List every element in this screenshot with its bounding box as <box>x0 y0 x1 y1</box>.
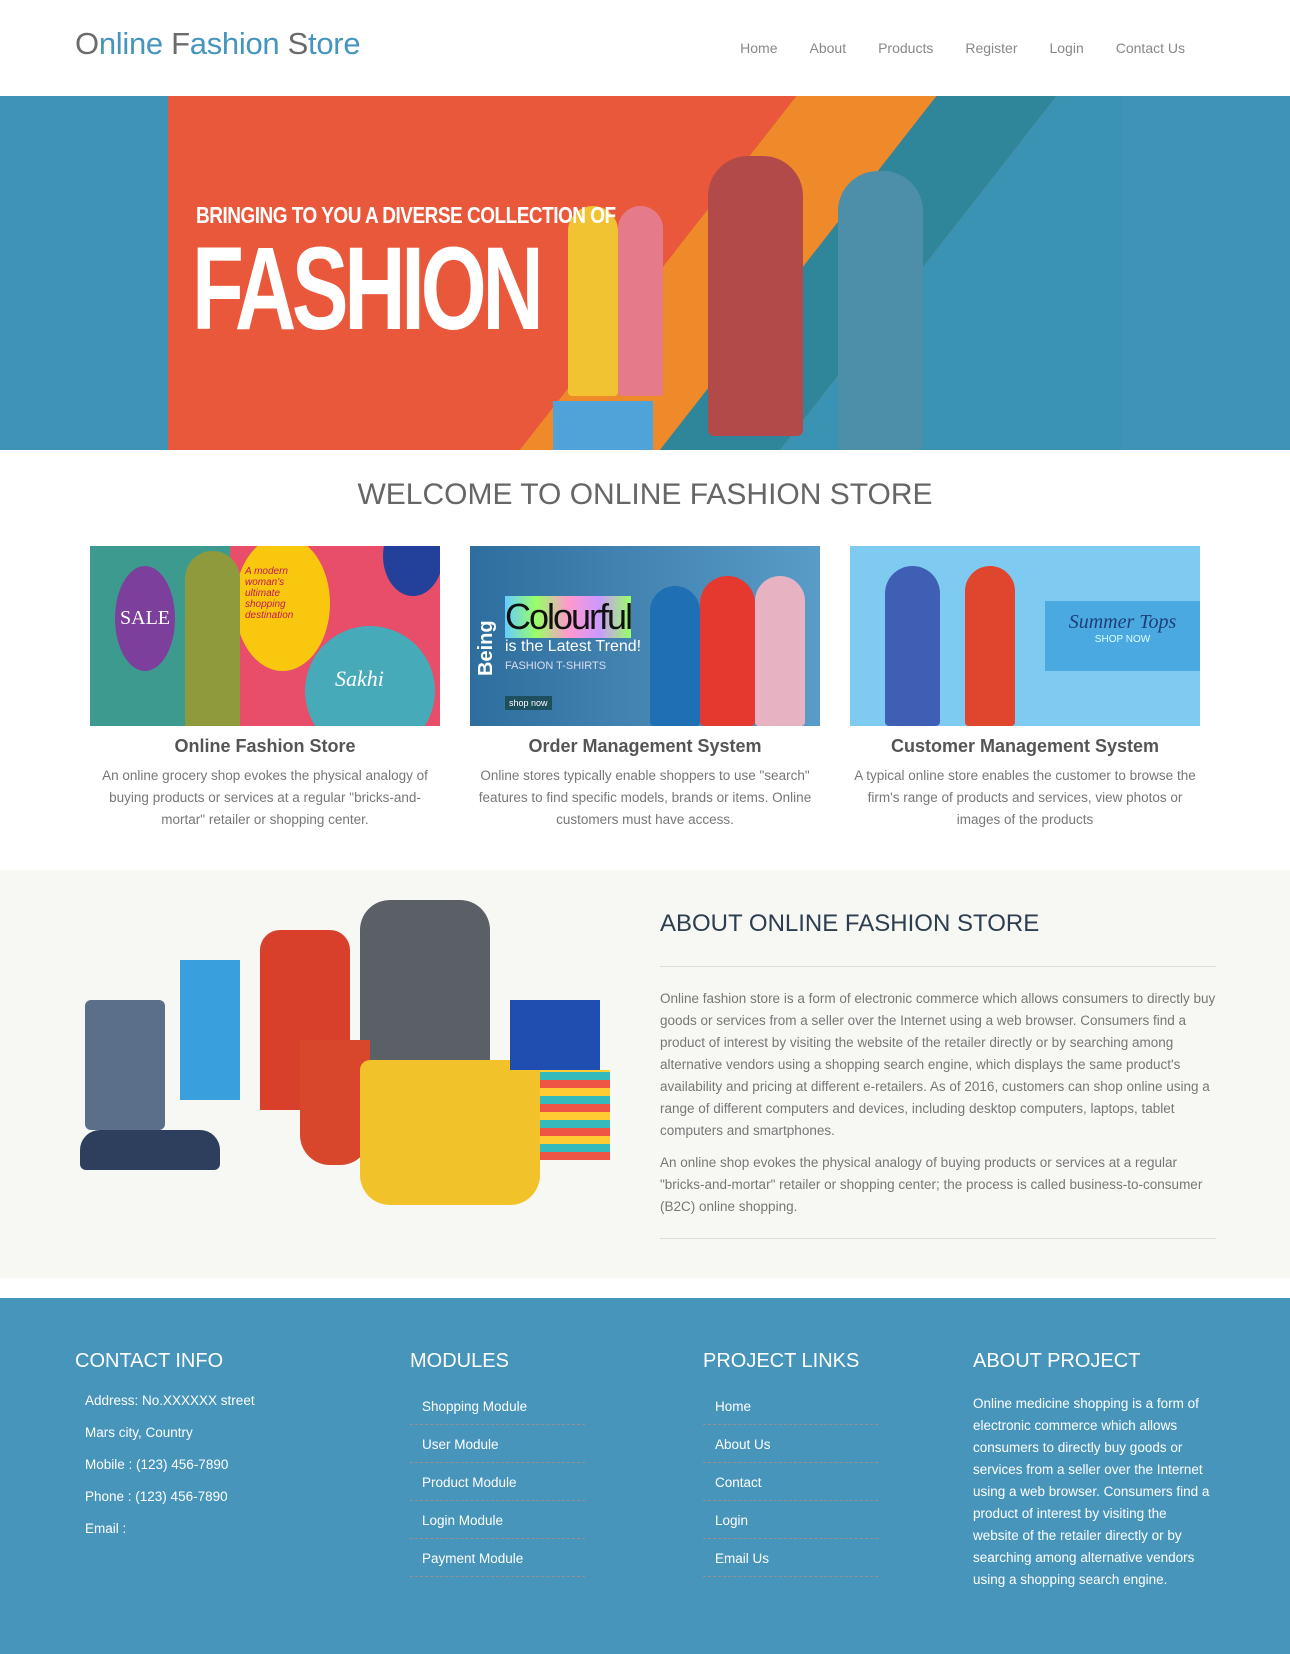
project-links: PROJECT LINKS Home About Us Contact Logi… <box>703 1350 878 1583</box>
site-logo[interactable]: Online Fashion Store <box>75 26 361 62</box>
module-link[interactable]: Login Module <box>410 1507 585 1539</box>
hero-title: FASHION <box>192 223 544 355</box>
contact-info: CONTACT INFO Address: No.XXXXXX street M… <box>75 1350 255 1553</box>
card-description: A typical online store enables the custo… <box>854 768 1196 827</box>
phone-line: Phone : (123) 456-7890 <box>85 1489 228 1504</box>
address-line: Address: No.XXXXXX street <box>85 1393 255 1408</box>
about-project: ABOUT PROJECT Online medicine shopping i… <box>973 1350 1213 1591</box>
nav-products[interactable]: Products <box>878 40 933 56</box>
welcome-heading: WELCOME TO ONLINE FASHION STORE <box>357 478 933 511</box>
about-section: ABOUT ONLINE FASHION STORE Online fashio… <box>0 870 1290 1278</box>
module-link[interactable]: Payment Module <box>410 1545 585 1577</box>
contact-heading: CONTACT INFO <box>75 1350 224 1372</box>
nav-register[interactable]: Register <box>965 40 1017 56</box>
hero-banner: BRINGING TO YOU A DIVERSE COLLECTION OF … <box>0 96 1290 450</box>
logo-part: ashion <box>189 26 288 61</box>
footer-link[interactable]: Email Us <box>703 1545 878 1577</box>
links-heading: PROJECT LINKS <box>703 1350 860 1372</box>
feature-card: SALE A modern woman's ultimate shopping … <box>90 546 440 831</box>
logo-part: O <box>75 26 99 61</box>
about-project-text: Online medicine shopping is a form of el… <box>973 1396 1210 1587</box>
about-paragraph: Online fashion store is a form of electr… <box>660 991 1216 1138</box>
sale-banner-image[interactable]: SALE A modern woman's ultimate shopping … <box>90 546 440 726</box>
footer-link[interactable]: About Us <box>703 1431 878 1463</box>
divider <box>660 1238 1216 1239</box>
logo-part: F <box>171 26 190 61</box>
tshirt-banner-image[interactable]: Being Colourful is the Latest Trend! FAS… <box>470 546 820 726</box>
module-link[interactable]: Shopping Module <box>410 1393 585 1425</box>
fashion-products-image <box>80 890 635 1225</box>
hero-image: BRINGING TO YOU A DIVERSE COLLECTION OF … <box>168 96 1123 450</box>
card-description: An online grocery shop evokes the physic… <box>102 768 428 827</box>
modules: MODULES Shopping Module User Module Prod… <box>410 1350 585 1583</box>
about-heading: ABOUT ONLINE FASHION STORE <box>660 910 1040 937</box>
about-paragraph: An online shop evokes the physical analo… <box>660 1155 1203 1214</box>
feature-card: Being Colourful is the Latest Trend! FAS… <box>470 546 820 831</box>
main-nav: Home About Products Register Login Conta… <box>740 40 1185 56</box>
about-text: Online fashion store is a form of electr… <box>660 988 1220 1228</box>
nav-login[interactable]: Login <box>1049 40 1083 56</box>
nav-about[interactable]: About <box>810 40 847 56</box>
city-line: Mars city, Country <box>85 1425 193 1440</box>
footer-link[interactable]: Home <box>703 1393 878 1425</box>
card-title: Order Management System <box>528 736 762 756</box>
card-title: Customer Management System <box>890 736 1160 756</box>
feature-card: Summer Tops SHOP NOW Customer Management… <box>850 546 1200 831</box>
nav-home[interactable]: Home <box>740 40 777 56</box>
mobile-line: Mobile : (123) 456-7890 <box>85 1457 229 1472</box>
logo-part: nline <box>98 26 172 61</box>
logo-part: S <box>287 26 309 61</box>
footer-link[interactable]: Login <box>703 1507 878 1539</box>
card-title: Online Fashion Store <box>174 736 356 756</box>
footer: CONTACT INFO Address: No.XXXXXX street M… <box>0 1298 1290 1654</box>
about-project-heading: ABOUT PROJECT <box>973 1350 1141 1372</box>
module-link[interactable]: Product Module <box>410 1469 585 1501</box>
email-line: Email : <box>85 1521 127 1536</box>
modules-heading: MODULES <box>410 1350 509 1372</box>
divider <box>660 966 1216 967</box>
card-description: Online stores typically enable shoppers … <box>478 768 812 827</box>
summer-tops-banner-image[interactable]: Summer Tops SHOP NOW <box>850 546 1200 726</box>
nav-contact[interactable]: Contact Us <box>1116 40 1185 56</box>
logo-part: tore <box>308 26 361 61</box>
footer-link[interactable]: Contact <box>703 1469 878 1501</box>
module-link[interactable]: User Module <box>410 1431 585 1463</box>
